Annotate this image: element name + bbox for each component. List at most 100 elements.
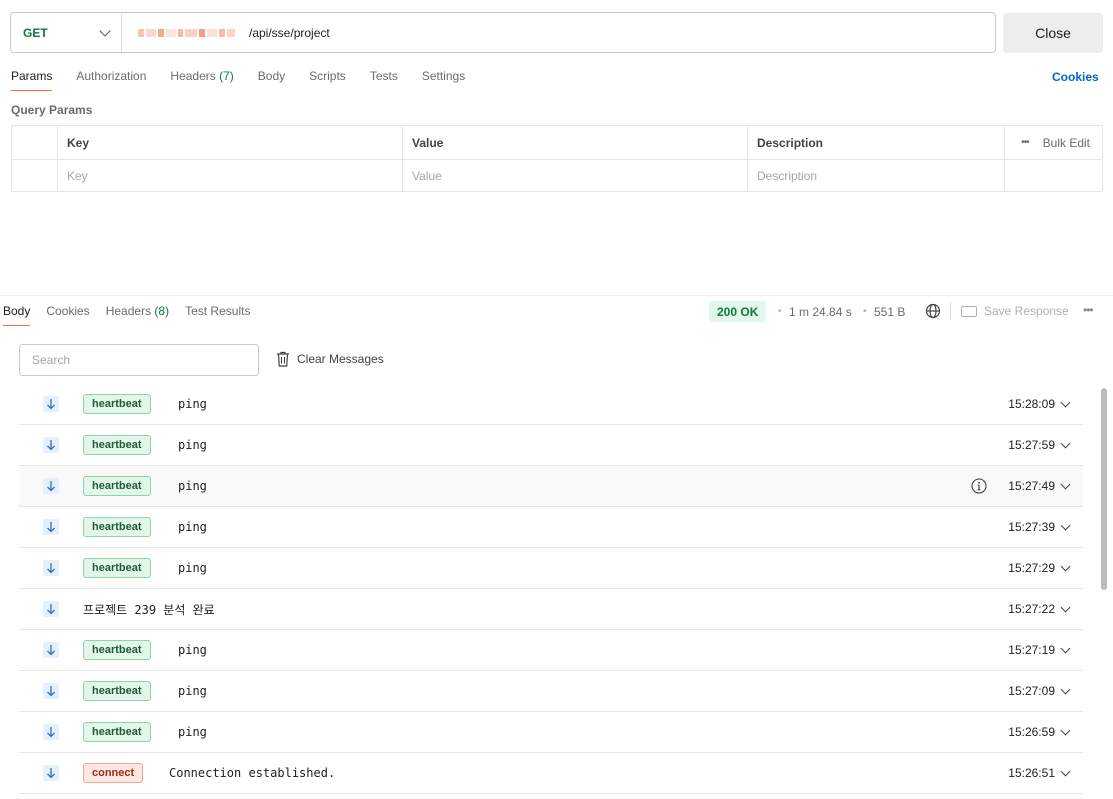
more-options-icon[interactable]: ••• [1083, 303, 1094, 317]
message-text: ping [178, 684, 207, 698]
key-input[interactable]: Key [57, 160, 402, 192]
chevron-down-icon[interactable] [1060, 602, 1071, 612]
arrow-down-icon [43, 601, 59, 617]
meta-separator: • [863, 306, 867, 317]
table-row: Key Value Description [12, 159, 1102, 192]
url-input[interactable]: /api/sse/project [249, 26, 330, 40]
trash-icon [277, 351, 289, 367]
arrow-down-icon [43, 724, 59, 740]
chevron-down-icon[interactable] [1060, 438, 1071, 448]
tab-label: Authorization [76, 69, 147, 83]
message-row[interactable]: 프로젝트 239 분석 완료 15:27:22 [19, 589, 1083, 630]
scrollbar[interactable] [1101, 388, 1107, 590]
arrow-down-icon [43, 642, 59, 658]
value-input[interactable]: Value [402, 160, 747, 192]
meta-separator: • [778, 306, 782, 317]
chevron-down-icon[interactable] [1060, 766, 1071, 776]
event-type-badge: heartbeat [83, 435, 151, 455]
message-text: ping [178, 725, 207, 739]
arrow-down-icon [43, 519, 59, 535]
response-size[interactable]: 551 B [874, 305, 905, 319]
row-checkbox-cell [12, 160, 57, 192]
message-row[interactable]: heartbeat ping 15:27:59 [19, 425, 1083, 466]
event-type-badge: heartbeat [83, 722, 151, 742]
message-row[interactable]: heartbeat ping 15:27:29 [19, 548, 1083, 589]
description-input[interactable]: Description [747, 160, 1004, 192]
clear-messages-label: Clear Messages [297, 352, 384, 366]
tab-authorization[interactable]: Authorization [76, 69, 146, 91]
tab-body[interactable]: Body [258, 69, 285, 91]
search-input[interactable] [19, 344, 259, 376]
message-text: ping [178, 520, 207, 534]
chevron-down-icon[interactable] [1060, 520, 1071, 530]
event-type-badge: heartbeat [83, 517, 151, 537]
tab-response-body[interactable]: Body [3, 304, 31, 326]
close-button[interactable]: Close [1003, 13, 1103, 53]
tab-tests[interactable]: Tests [370, 69, 398, 91]
chevron-down-icon[interactable] [1060, 479, 1071, 489]
event-type-badge: heartbeat [83, 476, 151, 496]
message-row[interactable]: heartbeat ping 15:27:09 [19, 671, 1083, 712]
url-bar[interactable]: GET /api/sse/project [10, 12, 996, 53]
chevron-down-icon[interactable] [1060, 643, 1071, 653]
message-row[interactable]: heartbeat ping 15:27:39 [19, 507, 1083, 548]
tab-params[interactable]: Params [11, 69, 53, 91]
clear-messages-button[interactable]: Clear Messages [276, 351, 384, 367]
message-list: heartbeat ping 15:28:09 heartbeat ping 15:27:… [19, 384, 1083, 794]
message-row[interactable]: heartbeat ping 15:28:09 [19, 384, 1083, 425]
pane-divider[interactable] [0, 295, 1113, 296]
arrow-down-icon [43, 765, 59, 781]
response-time[interactable]: 1 m 24.84 s [789, 305, 852, 319]
message-timestamp: 15:27:09 [1008, 684, 1055, 698]
message-timestamp: 15:28:09 [1008, 397, 1055, 411]
message-timestamp: 15:27:59 [1008, 438, 1055, 452]
message-row[interactable]: connect Connection established. 15:26:51 [19, 753, 1083, 794]
save-response-button[interactable]: Save Response [961, 304, 1069, 318]
value-column-header: Value [402, 126, 747, 159]
tab-scripts[interactable]: Scripts [309, 69, 346, 91]
tab-response-cookies[interactable]: Cookies [46, 304, 89, 326]
arrow-down-icon [43, 396, 59, 412]
tab-label: Body [257, 69, 286, 83]
arrow-down-icon [43, 437, 59, 453]
bulk-edit-button[interactable]: Bulk Edit [1043, 136, 1090, 150]
status-badge[interactable]: 200 OK [709, 301, 767, 322]
cookies-link[interactable]: Cookies [1052, 70, 1099, 84]
tab-label: Settings [421, 69, 466, 83]
url-host-redacted [138, 28, 235, 37]
chevron-down-icon[interactable] [1060, 684, 1071, 694]
message-row[interactable]: heartbeat ping 15:27:49 [19, 466, 1083, 507]
tab-label: Params [11, 69, 53, 83]
globe-icon[interactable] [925, 303, 941, 319]
message-text: ping [178, 643, 207, 657]
message-text: ping [178, 561, 207, 575]
description-column-header: Description [747, 126, 1004, 159]
tab-label: Body [3, 304, 31, 318]
message-row[interactable]: heartbeat ping 15:26:59 [19, 712, 1083, 753]
message-timestamp: 15:26:59 [1008, 725, 1055, 739]
info-icon[interactable] [971, 478, 987, 494]
tab-test-results[interactable]: Test Results [185, 304, 250, 326]
tab-response-headers[interactable]: Headers (8) [106, 304, 169, 326]
query-params-title: Query Params [11, 103, 93, 117]
tab-headers[interactable]: Headers (7) [170, 69, 233, 91]
message-timestamp: 15:27:29 [1008, 561, 1055, 575]
checkbox-column-header [12, 126, 57, 159]
chevron-down-icon[interactable] [1060, 561, 1071, 571]
chevron-down-icon[interactable] [1060, 397, 1071, 407]
message-timestamp: 15:27:19 [1008, 643, 1055, 657]
more-options-icon[interactable]: ••• [1021, 137, 1029, 148]
save-icon [961, 305, 977, 317]
tab-label: Headers [105, 304, 152, 318]
save-response-label: Save Response [984, 304, 1069, 318]
message-text: ping [178, 479, 207, 493]
request-tabs: Params Authorization Headers (7) Body Sc… [11, 69, 489, 91]
query-params-table: Key Value Description ••• Bulk Edit Key … [11, 125, 1103, 192]
tab-settings[interactable]: Settings [422, 69, 465, 91]
method-select[interactable]: GET [11, 13, 122, 52]
tab-label: Headers [170, 69, 216, 83]
chevron-down-icon[interactable] [1060, 725, 1071, 735]
message-row[interactable]: heartbeat ping 15:27:19 [19, 630, 1083, 671]
tab-count: (8) [154, 304, 170, 318]
tab-label: Tests [369, 69, 398, 83]
